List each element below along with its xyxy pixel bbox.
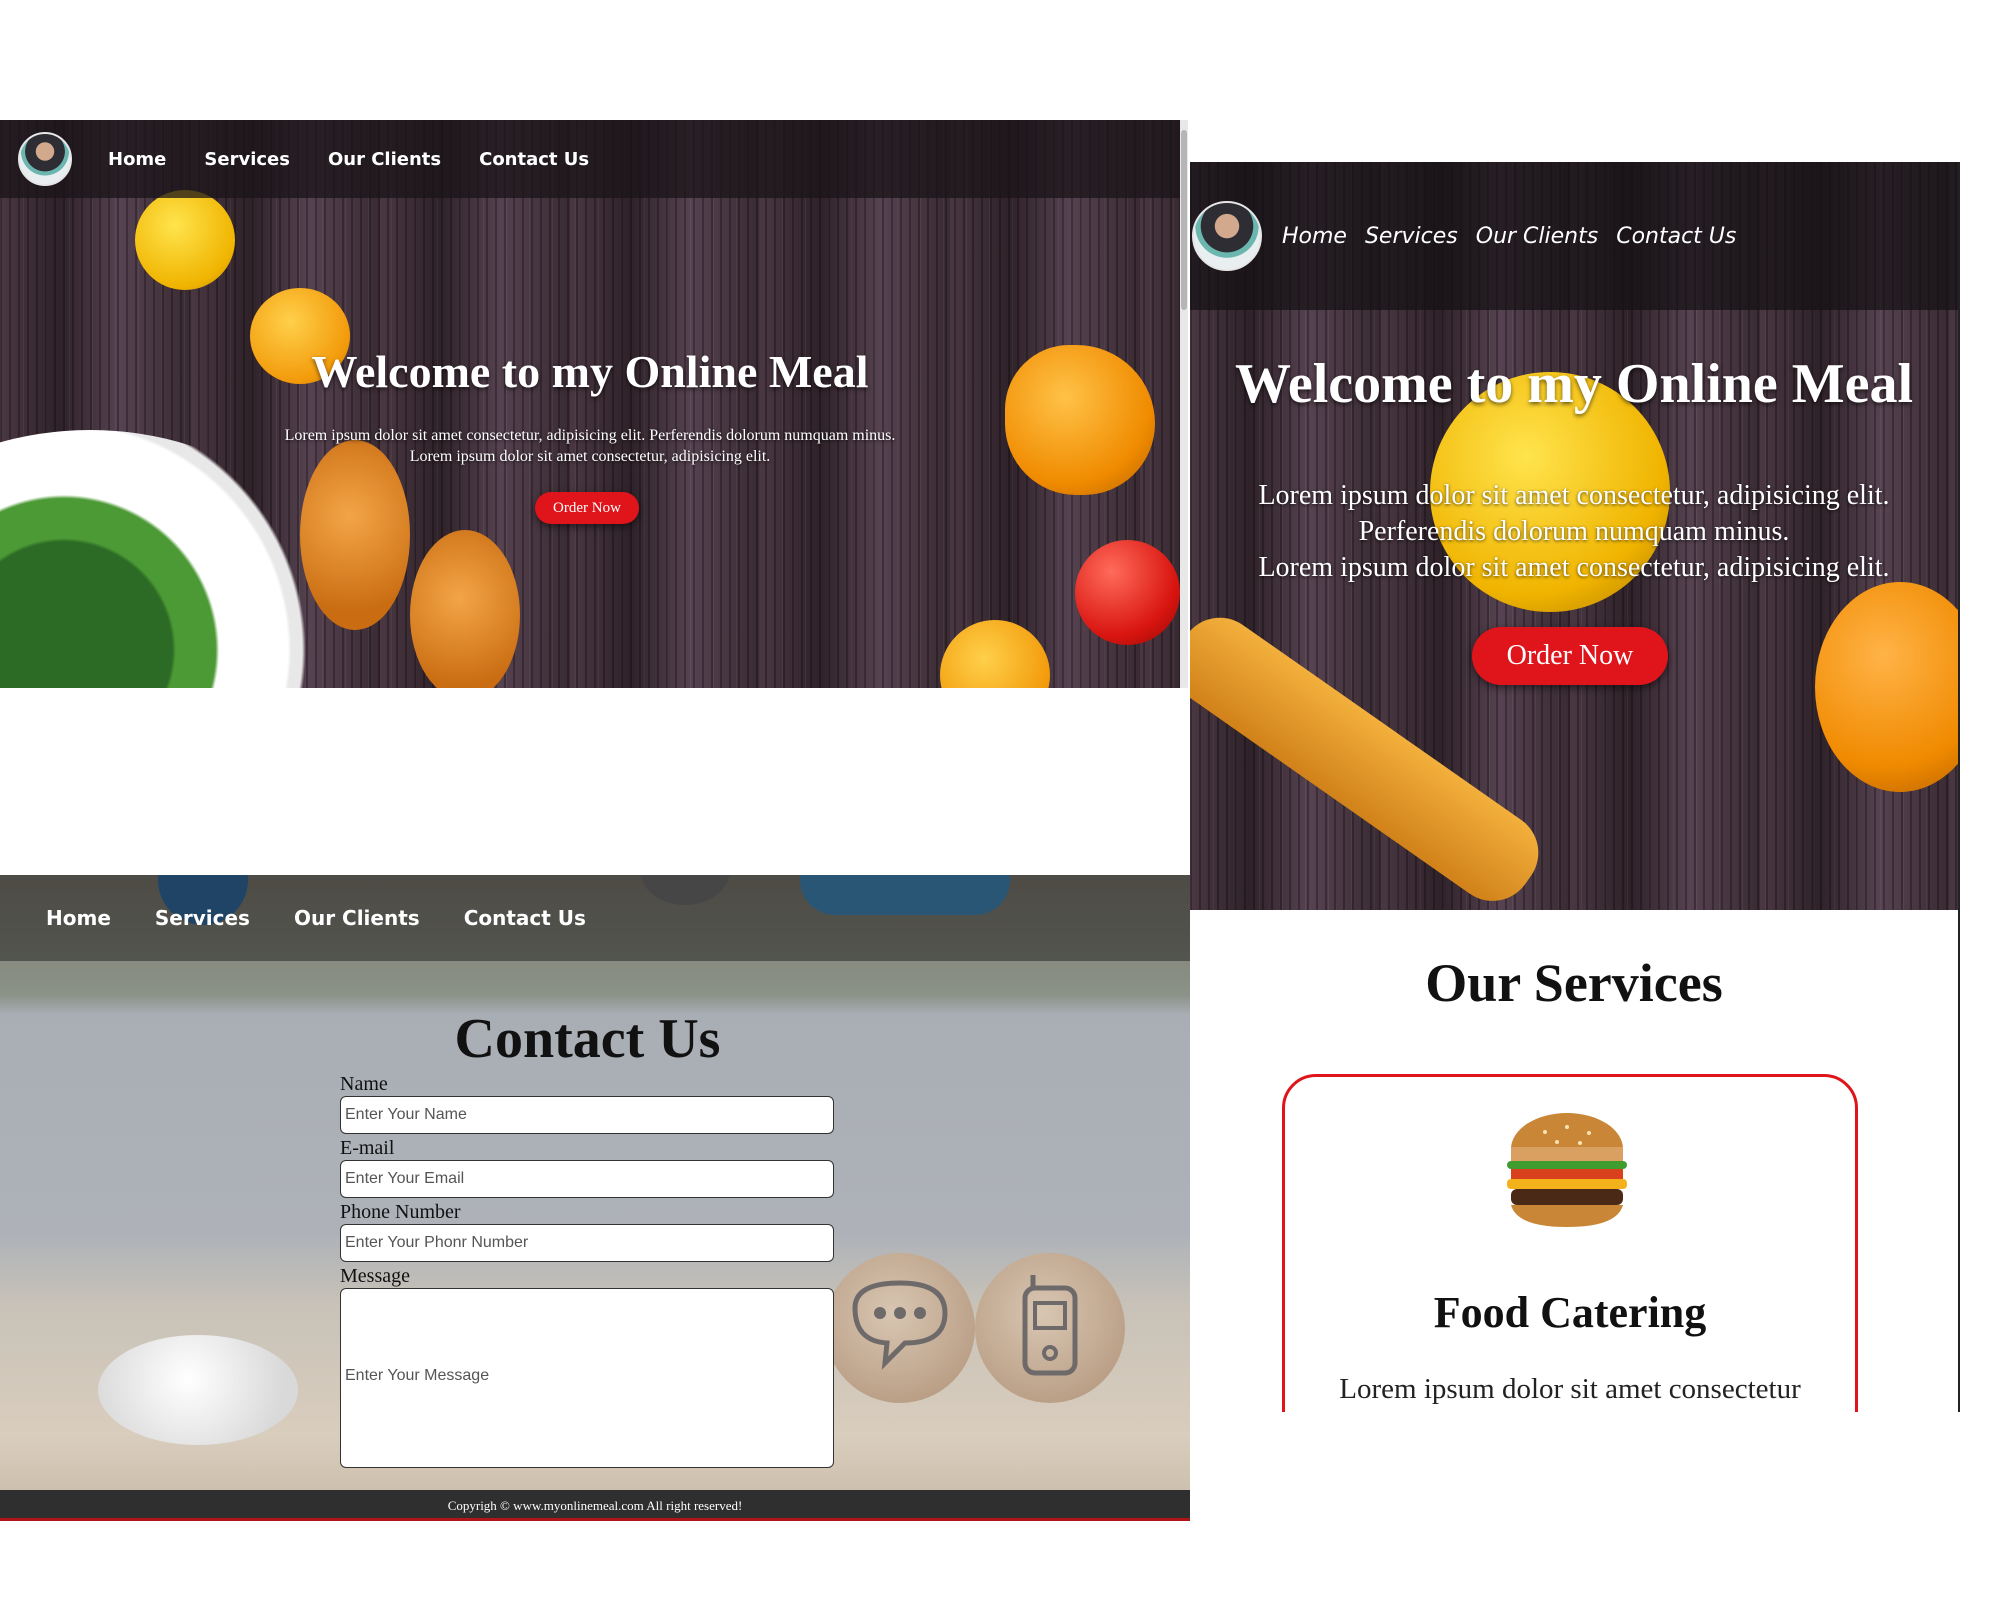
nav-services[interactable]: Services xyxy=(1365,224,1458,249)
lemon-decoration xyxy=(135,190,235,290)
name-input[interactable] xyxy=(340,1096,834,1134)
name-label: Name xyxy=(340,1073,388,1095)
top-nav: Home Services Our Clients Contact Us xyxy=(0,875,1190,961)
top-nav: Home Services Our Clients Contact Us xyxy=(0,120,1188,198)
nav-our-clients[interactable]: Our Clients xyxy=(1476,224,1598,249)
orange-decoration xyxy=(1815,582,1958,792)
wooden-spoon-decoration xyxy=(300,440,410,630)
nav-our-clients[interactable]: Our Clients xyxy=(294,906,420,930)
nav-our-clients[interactable]: Our Clients xyxy=(328,149,441,170)
nav-home[interactable]: Home xyxy=(1282,224,1347,249)
nav-services[interactable]: Services xyxy=(155,906,250,930)
nav-contact-us[interactable]: Contact Us xyxy=(464,906,586,930)
hero-text-line-2: Perferendis dolorum numquam minus. xyxy=(1358,516,1790,547)
avatar-icon[interactable] xyxy=(18,132,72,186)
nav-contact-us[interactable]: Contact Us xyxy=(1616,224,1736,249)
service-card[interactable]: Food Catering Lorem ipsum dolor sit amet… xyxy=(1282,1074,1858,1412)
message-label: Message xyxy=(340,1265,410,1287)
footer: Copyrigh © www.myonlinemeal.com All righ… xyxy=(0,1490,1190,1521)
wooden-spoon-decoration-2 xyxy=(410,530,520,688)
order-now-button[interactable]: Order Now xyxy=(535,492,639,524)
mobile-hero: Home Services Our Clients Contact Us Wel… xyxy=(1190,162,1958,910)
email-label: E-mail xyxy=(340,1137,395,1159)
contact-screen: Home Services Our Clients Contact Us Con… xyxy=(0,875,1190,1521)
hero-title: Welcome to my Online Meal xyxy=(1234,353,1914,415)
hero-text-line-1: Lorem ipsum dolor sit amet consectetur, … xyxy=(284,427,896,444)
nav-contact-us[interactable]: Contact Us xyxy=(479,149,589,170)
top-nav: Home Services Our Clients Contact Us xyxy=(1190,162,1958,310)
mouse-decoration xyxy=(98,1335,298,1445)
orange-decoration-2 xyxy=(940,620,1050,688)
salad-bowl-decoration xyxy=(0,430,350,688)
burger-icon xyxy=(1485,1087,1649,1247)
contact-title: Contact Us xyxy=(454,1008,721,1070)
hero-text-line-1: Lorem ipsum dolor sit amet consectetur, … xyxy=(1258,480,1890,511)
hero-title: Welcome to my Online Meal xyxy=(311,346,869,397)
phone-input[interactable] xyxy=(340,1224,834,1262)
avatar-icon[interactable] xyxy=(1192,201,1262,271)
desktop-hero-screen: Home Services Our Clients Contact Us Wel… xyxy=(0,120,1188,688)
hero-text-line-2: Lorem ipsum dolor sit amet consectetur, … xyxy=(409,448,771,465)
message-textarea[interactable] xyxy=(340,1288,834,1468)
nav-home[interactable]: Home xyxy=(46,906,111,930)
hero-text-line-3: Lorem ipsum dolor sit amet consectetur, … xyxy=(1258,552,1890,583)
mobile-view-screen: Home Services Our Clients Contact Us Wel… xyxy=(1190,162,1960,1412)
phone-label: Phone Number xyxy=(340,1201,461,1223)
scrollbar-thumb[interactable] xyxy=(1181,130,1187,310)
email-input[interactable] xyxy=(340,1160,834,1198)
nav-home[interactable]: Home xyxy=(108,149,166,170)
mobile-phone-icon xyxy=(975,1253,1125,1403)
chat-bubble-icon xyxy=(825,1253,975,1403)
tomato-decoration xyxy=(1075,540,1180,645)
service-card-title: Food Catering xyxy=(1433,1288,1707,1337)
service-card-text: Lorem ipsum dolor sit amet consectetur xyxy=(1339,1373,1801,1405)
scrollbar[interactable] xyxy=(1180,120,1188,688)
nav-services[interactable]: Services xyxy=(204,149,290,170)
services-title: Our Services xyxy=(1425,953,1723,1013)
order-now-button[interactable]: Order Now xyxy=(1472,627,1668,685)
